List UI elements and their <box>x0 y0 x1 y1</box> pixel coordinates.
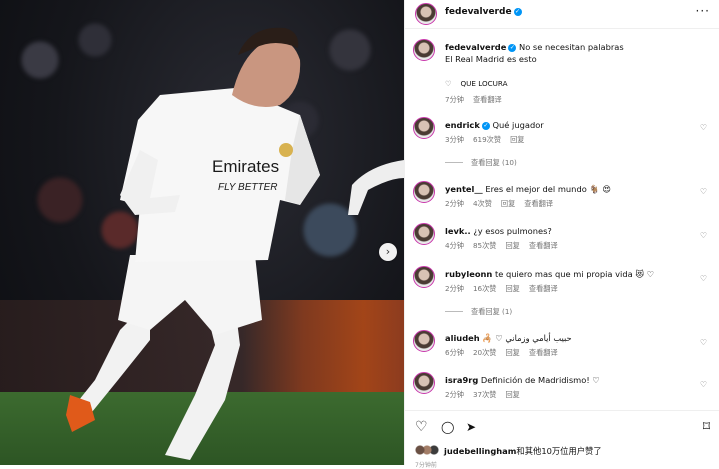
shirt-sponsor-text: Emirates <box>212 157 279 176</box>
comment-text: Definición de Madridismo! ♡ <box>480 375 600 385</box>
like-comment-icon[interactable]: ♡ <box>700 123 707 132</box>
translate-link[interactable]: 查看翻译 <box>529 348 558 357</box>
post-actions: ♡ ◯ ➤ ⌑ judebellingham和其他10万位用户赞了 7分钟前 <box>405 410 719 469</box>
comment-likes[interactable]: 37次赞 <box>473 390 497 399</box>
comment-likes[interactable]: 4次赞 <box>473 199 492 208</box>
share-icon[interactable]: ➤ <box>466 420 476 434</box>
like-comment-icon[interactable]: ♡ <box>700 380 707 389</box>
reply-link[interactable]: 回复 <box>505 284 519 293</box>
comment-likes[interactable]: 85次赞 <box>473 241 497 250</box>
likes-summary[interactable]: judebellingham和其他10万位用户赞了 <box>415 445 602 457</box>
reply-link[interactable]: 回复 <box>505 241 519 250</box>
heart-icon[interactable]: ♡ <box>445 79 451 88</box>
reply-link[interactable]: 回复 <box>505 390 519 399</box>
caption-line-2: El Real Madrid es esto <box>445 54 537 64</box>
commenter-username[interactable]: rubyleonn <box>445 269 492 279</box>
post-photo[interactable]: Emirates FLY BETTER › <box>0 0 404 465</box>
comment-likes[interactable]: 619次赞 <box>473 135 501 144</box>
like-icon[interactable]: ♡ <box>415 419 428 435</box>
like-comment-icon[interactable]: ♡ <box>700 187 707 196</box>
caption-meta: 7分钟 查看翻译 <box>445 95 502 104</box>
save-icon[interactable]: ⌑ <box>703 419 710 435</box>
author-username[interactable]: fedevalverde ✓ <box>445 7 522 17</box>
commenter-avatar[interactable] <box>413 117 435 139</box>
translate-link[interactable]: 查看翻译 <box>529 284 558 293</box>
commenter-avatar[interactable] <box>413 372 435 394</box>
commenter-username[interactable]: isra9rg <box>445 375 478 385</box>
liker-avatars <box>415 445 441 455</box>
commenter-username[interactable]: levk.. <box>445 226 471 236</box>
comment-text: Eres el mejor del mundo 🐐 😍 <box>485 184 612 194</box>
caption-text: fedevalverde ✓ No se necesitan palabras E… <box>445 41 705 65</box>
verified-icon: ✓ <box>481 122 490 130</box>
like-comment-icon[interactable]: ♡ <box>700 338 707 347</box>
reply-link[interactable]: 回复 <box>505 348 519 357</box>
comment-text: te quiero mas que mi propia vida 😻 ♡ <box>494 269 655 279</box>
comments-panel: fedevalverde ✓ ··· fedevalverde ✓ No se ne… <box>404 0 719 469</box>
commenter-avatar[interactable] <box>413 266 435 288</box>
reply-link[interactable]: 回复 <box>501 199 515 208</box>
commenter-avatar[interactable] <box>413 181 435 203</box>
verified-icon: ✓ <box>513 8 522 16</box>
commenter-avatar[interactable] <box>413 223 435 245</box>
commenter-avatar[interactable] <box>413 330 435 352</box>
post-header: fedevalverde ✓ ··· <box>405 0 719 29</box>
caption-line-1: No se necesitan palabras <box>519 42 624 52</box>
club-crest-icon <box>279 143 293 157</box>
comment-icon[interactable]: ◯ <box>441 420 454 434</box>
player-figure: Emirates FLY BETTER <box>66 27 404 460</box>
translate-link[interactable]: 查看翻译 <box>473 95 502 104</box>
more-options-icon[interactable]: ··· <box>696 4 710 18</box>
view-replies-link[interactable]: 查看回复 (1) <box>445 307 512 317</box>
commenter-username[interactable]: aliudeh <box>445 333 480 343</box>
commenter-username[interactable]: yentel__ <box>445 184 483 194</box>
comment-likes[interactable]: 20次赞 <box>473 348 497 357</box>
comment-text: Qué jugador <box>492 120 544 130</box>
translate-link[interactable]: 查看翻译 <box>529 241 558 250</box>
comment-text: ¿y esos pulmones? <box>473 226 552 236</box>
view-replies-link[interactable]: 查看回复 (10) <box>445 158 517 168</box>
inner-comment: ♡ QUE LOCURA <box>445 79 508 88</box>
comment-time: 3分钟 <box>445 135 464 144</box>
author-avatar[interactable] <box>415 3 437 25</box>
commenter-username[interactable]: endrick <box>445 120 480 130</box>
caption-username[interactable]: fedevalverde <box>445 42 506 52</box>
like-comment-icon[interactable]: ♡ <box>700 274 707 283</box>
verified-icon: ✓ <box>508 44 517 52</box>
comment-text: 🦂 ♡ حبيب أيامي وزماني <box>482 333 572 343</box>
reply-link[interactable]: 回复 <box>510 135 524 144</box>
shirt-sponsor-sub: FLY BETTER <box>218 182 277 193</box>
caption-avatar[interactable] <box>413 39 435 61</box>
comment-likes[interactable]: 16次赞 <box>473 284 497 293</box>
next-image-button[interactable]: › <box>379 243 397 261</box>
like-comment-icon[interactable]: ♡ <box>700 231 707 240</box>
translate-link[interactable]: 查看翻译 <box>524 199 553 208</box>
